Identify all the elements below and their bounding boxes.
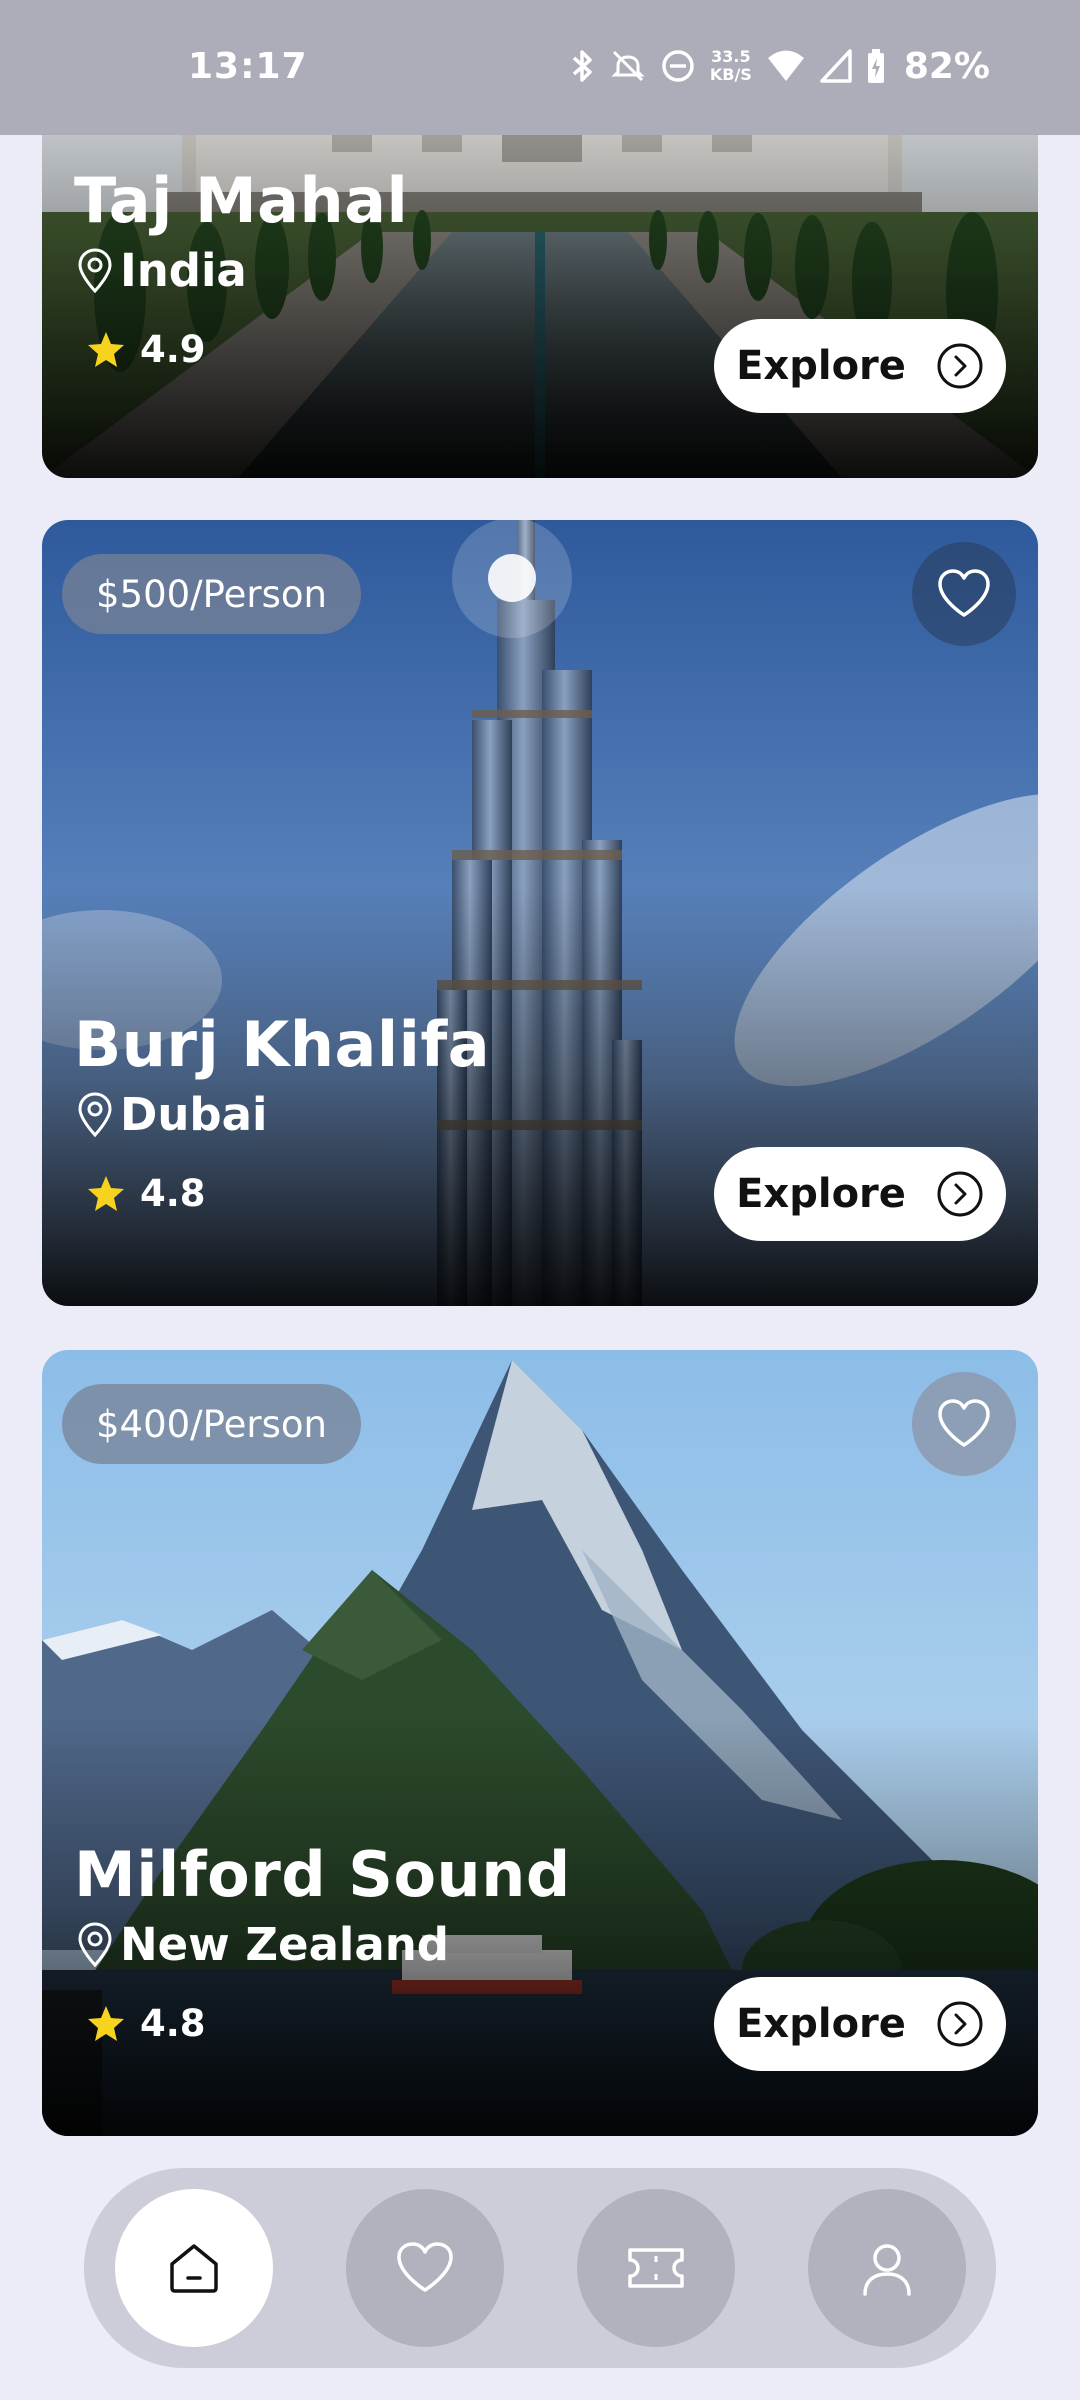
location-pin-icon	[78, 247, 112, 293]
rating-value: 4.8	[140, 2002, 206, 2045]
status-time: 13:17	[188, 46, 308, 87]
favorite-button[interactable]	[912, 1372, 1016, 1476]
mute-icon	[611, 50, 645, 82]
ticket-icon	[628, 2248, 684, 2288]
net-speed-value: 33.5	[711, 47, 751, 66]
dnd-icon	[662, 50, 694, 82]
destination-rating: 4.8	[86, 1172, 206, 1215]
destination-location: New Zealand	[74, 1918, 449, 1971]
heart-icon	[938, 1399, 990, 1447]
chevron-right-circle-icon	[937, 1171, 983, 1217]
star-icon	[88, 2005, 124, 2041]
destination-rating: 4.8	[86, 2002, 206, 2045]
bottom-nav-bar	[84, 2168, 996, 2368]
nav-profile-button[interactable]	[808, 2189, 966, 2347]
chevron-right-circle-icon	[937, 343, 983, 389]
explore-button[interactable]: Explore	[714, 1147, 1006, 1241]
location-pin-icon	[78, 1921, 112, 1967]
nav-favorites-button[interactable]	[346, 2189, 504, 2347]
favorite-button[interactable]	[912, 542, 1016, 646]
price-badge: $400/Person	[62, 1384, 361, 1464]
location-label: Dubai	[120, 1088, 268, 1141]
location-pin-icon	[78, 1091, 112, 1137]
destination-rating: 4.9	[86, 328, 206, 371]
rating-value: 4.9	[140, 328, 206, 371]
destination-name: Milford Sound	[74, 1838, 571, 1911]
nav-tickets-button[interactable]	[577, 2189, 735, 2347]
explore-button[interactable]: Explore	[714, 319, 1006, 413]
star-icon	[88, 331, 124, 367]
explore-label: Explore	[736, 2001, 906, 2047]
explore-label: Explore	[736, 1171, 906, 1217]
destination-name: Taj Mahal	[74, 164, 409, 237]
heart-icon	[938, 569, 990, 617]
heart-icon	[397, 2242, 453, 2292]
price-badge: $500/Person	[62, 554, 361, 634]
chevron-right-circle-icon	[937, 2001, 983, 2047]
wifi-icon	[767, 50, 804, 81]
net-speed-unit: KB/S	[709, 65, 752, 84]
star-icon	[88, 1175, 124, 1211]
destination-card-milford-sound[interactable]: $400/Person Milford Sound New Zealand 4.…	[42, 1350, 1038, 2136]
location-label: New Zealand	[120, 1918, 449, 1971]
user-icon	[863, 2244, 911, 2296]
nav-home-button[interactable]	[115, 2189, 273, 2347]
destination-location: Dubai	[74, 1088, 267, 1141]
status-icons: 33.5 KB/S 82%	[570, 44, 990, 88]
status-bar: 13:17 33.5 KB/S 82%	[0, 0, 1080, 135]
signal-icon	[820, 49, 852, 83]
net-speed: 33.5 KB/S	[710, 48, 752, 84]
destination-card-burj-khalifa[interactable]: $500/Person Burj Khalifa Dubai 4.8 Explo…	[42, 520, 1038, 1306]
bluetooth-icon	[572, 50, 592, 82]
destination-location: India	[74, 244, 247, 297]
location-label: India	[120, 244, 247, 297]
battery-icon	[867, 49, 884, 83]
home-icon	[170, 2244, 218, 2293]
explore-button[interactable]: Explore	[714, 1977, 1006, 2071]
destination-name: Burj Khalifa	[74, 1008, 491, 1081]
explore-label: Explore	[736, 343, 906, 389]
battery-percentage: 82%	[903, 45, 990, 87]
rating-value: 4.8	[140, 1172, 206, 1215]
